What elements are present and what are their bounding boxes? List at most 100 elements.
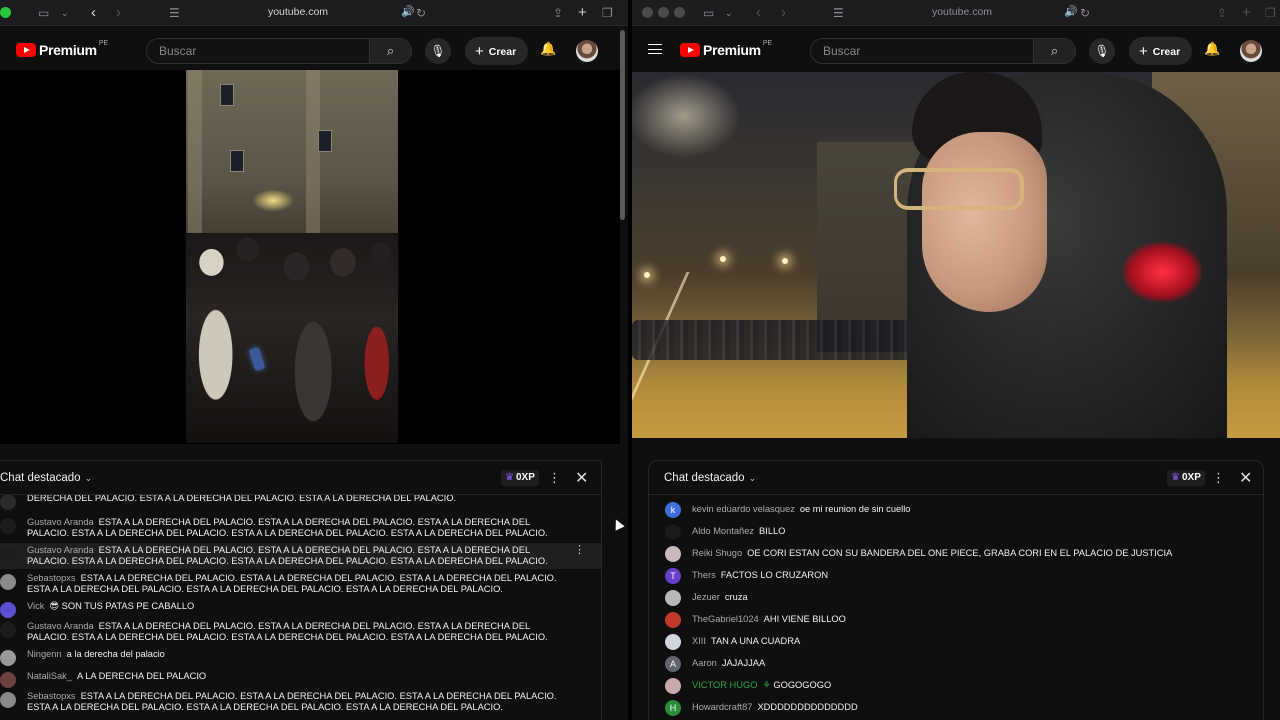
chat-mode-dropdown[interactable]: Chat destacado ⌄ [664,472,756,484]
chat-message[interactable]: k kevin eduardo velasquez oe mi reunion de… [649,499,1263,521]
chat-author-name[interactable]: TheGabriel1024 [692,614,759,624]
author-avatar[interactable]: k [665,502,681,518]
author-avatar[interactable] [0,518,16,534]
chat-message[interactable]: Gustavo Aranda ESTA A LA DERECHA DEL PALA… [0,515,601,541]
video-frame-left[interactable] [186,70,398,443]
search-input[interactable]: Buscar [146,38,370,64]
voice-search-button[interactable]: 🎙 [425,38,451,64]
chat-author-name[interactable]: kevin eduardo velasquez [692,504,795,514]
chat-author-name[interactable]: Sebastopxs [27,691,76,701]
chat-author-name[interactable]: Sebastopxs [27,573,76,583]
author-avatar[interactable] [665,590,681,606]
sidebar-toggle-icon[interactable]: ▭ [703,4,714,22]
youtube-logo[interactable]: Premium PE [680,40,772,58]
chat-author-name[interactable]: Ningenn [27,649,62,659]
chat-message[interactable]: Gustavo Aranda ESTA A LA DERECHA DEL PALA… [0,543,601,569]
new-tab-icon[interactable]: + [1242,4,1251,22]
page-menu-icon[interactable]: ☰ [833,4,844,22]
chat-author-name[interactable]: Gustavo Aranda [27,517,94,527]
chat-author-name[interactable]: Howardcraft87 [692,702,752,712]
chat-author-name[interactable]: VICTOR HUGO [692,680,757,690]
chat-message[interactable]: XIII TAN A UNA CUADRA [649,631,1263,653]
voice-search-button[interactable]: 🎙 [1089,38,1115,64]
share-icon[interactable]: ⇪ [553,4,563,22]
author-avatar[interactable]: A [665,656,681,672]
close-chat-icon[interactable]: ✕ [1239,468,1252,488]
chat-message[interactable]: VICTOR HUGO ⚘ GOGOGOGO [649,675,1263,697]
author-avatar[interactable] [665,612,681,628]
chat-message[interactable]: TheGabriel1024 AHI VIENE BILLOO [649,609,1263,631]
reload-icon[interactable]: ↻ [416,4,426,22]
video-player-right[interactable] [632,72,1280,438]
page-scrollbar[interactable] [620,30,625,220]
speaker-icon[interactable]: 🔊 [1064,5,1078,18]
zoom-window-button[interactable] [0,7,11,18]
author-avatar[interactable] [0,672,16,688]
search-button[interactable]: ⌕ [1034,38,1076,64]
author-avatar[interactable] [0,546,16,562]
search-input[interactable]: Buscar [810,38,1034,64]
chat-message-list[interactable]: DERECHA DEL PALACIO. ESTA A LA DERECHA D… [0,495,601,720]
zoom-window-button[interactable] [674,7,685,18]
chat-author-name[interactable]: Reiki Shugo [692,548,742,558]
chat-message-list[interactable]: k kevin eduardo velasquez oe mi reunion de… [649,495,1263,720]
xp-badge[interactable]: ♛ 0XP [501,470,539,486]
tabs-overview-icon[interactable]: ❐ [602,4,613,22]
back-icon[interactable]: ‹ [91,4,96,22]
author-avatar[interactable] [0,574,16,590]
author-avatar[interactable] [0,495,16,510]
tabs-overview-icon[interactable]: ❐ [1265,4,1276,22]
notifications-bell-icon[interactable]: 🔔 [1204,41,1220,57]
back-icon[interactable]: ‹ [756,4,761,22]
close-window-button[interactable] [642,7,653,18]
notifications-bell-icon[interactable]: 🔔 [540,41,556,57]
new-tab-icon[interactable]: + [578,4,587,22]
chat-author-name[interactable]: Aldo Montañez [692,526,754,536]
chat-author-name[interactable]: Jezuer [692,592,720,602]
chat-message[interactable]: Sebastopxs ESTA A LA DERECHA DEL PALACIO.… [0,571,601,597]
address-bar[interactable]: youtube.com [914,6,1010,18]
account-avatar[interactable] [576,40,598,62]
author-avatar[interactable] [0,692,16,708]
create-button[interactable]: + Crear [1129,37,1193,65]
chat-author-name[interactable]: Thers [692,570,716,580]
chat-message[interactable]: Reiki Shugo OE CORI ESTAN CON SU BANDERA … [649,543,1263,565]
chat-message[interactable]: Gustavo Aranda ESTA A LA DERECHA DEL PALA… [0,619,601,645]
author-avatar[interactable] [0,650,16,666]
more-options-icon[interactable]: ⋮ [548,470,561,486]
author-avatar[interactable] [665,524,681,540]
chat-mode-dropdown[interactable]: Chat destacado ⌄ [0,472,92,484]
forward-icon[interactable]: › [781,4,786,22]
share-icon[interactable]: ⇪ [1217,4,1227,22]
chevron-down-icon[interactable]: ⌄ [725,4,733,22]
xp-badge[interactable]: ♛ 0XP [1167,470,1205,486]
create-button[interactable]: + Crear [465,37,529,65]
address-bar[interactable]: youtube.com [250,6,346,18]
chat-message[interactable]: T Thers FACTOS LO CRUZARON [649,565,1263,587]
account-avatar[interactable] [1240,40,1262,62]
chat-author-name[interactable]: Gustavo Aranda [27,621,94,631]
author-avatar[interactable] [665,678,681,694]
chat-message[interactable]: Aldo Montañez BILLO [649,521,1263,543]
chat-message[interactable]: A Aaron JAJAJJAA [649,653,1263,675]
chat-author-name[interactable]: Gustavo Aranda [27,545,94,555]
menu-icon[interactable] [648,44,662,54]
more-options-icon[interactable]: ⋮ [1212,470,1225,486]
chat-author-name[interactable]: Aaron [692,658,717,668]
reload-icon[interactable]: ↻ [1080,4,1090,22]
author-avatar[interactable] [665,546,681,562]
forward-icon[interactable]: › [116,4,121,22]
close-chat-icon[interactable]: ✕ [575,468,588,488]
chat-message[interactable]: Ningenn a la derecha del palacio [0,647,601,666]
chat-author-name[interactable]: Vick [27,601,44,611]
chat-author-name[interactable]: NataliSak_ [27,671,72,681]
search-button[interactable]: ⌕ [370,38,412,64]
chat-message[interactable]: NataliSak_ A LA DERECHA DEL PALACIO [0,669,601,688]
chevron-down-icon[interactable]: ⌄ [61,4,69,22]
author-avatar[interactable] [0,622,16,638]
author-avatar[interactable] [0,602,16,618]
author-avatar[interactable]: H [665,700,681,716]
youtube-logo[interactable]: Premium PE [16,40,108,58]
chat-message[interactable]: DERECHA DEL PALACIO. ESTA A LA DERECHA D… [0,495,601,513]
minimize-window-button[interactable] [658,7,669,18]
